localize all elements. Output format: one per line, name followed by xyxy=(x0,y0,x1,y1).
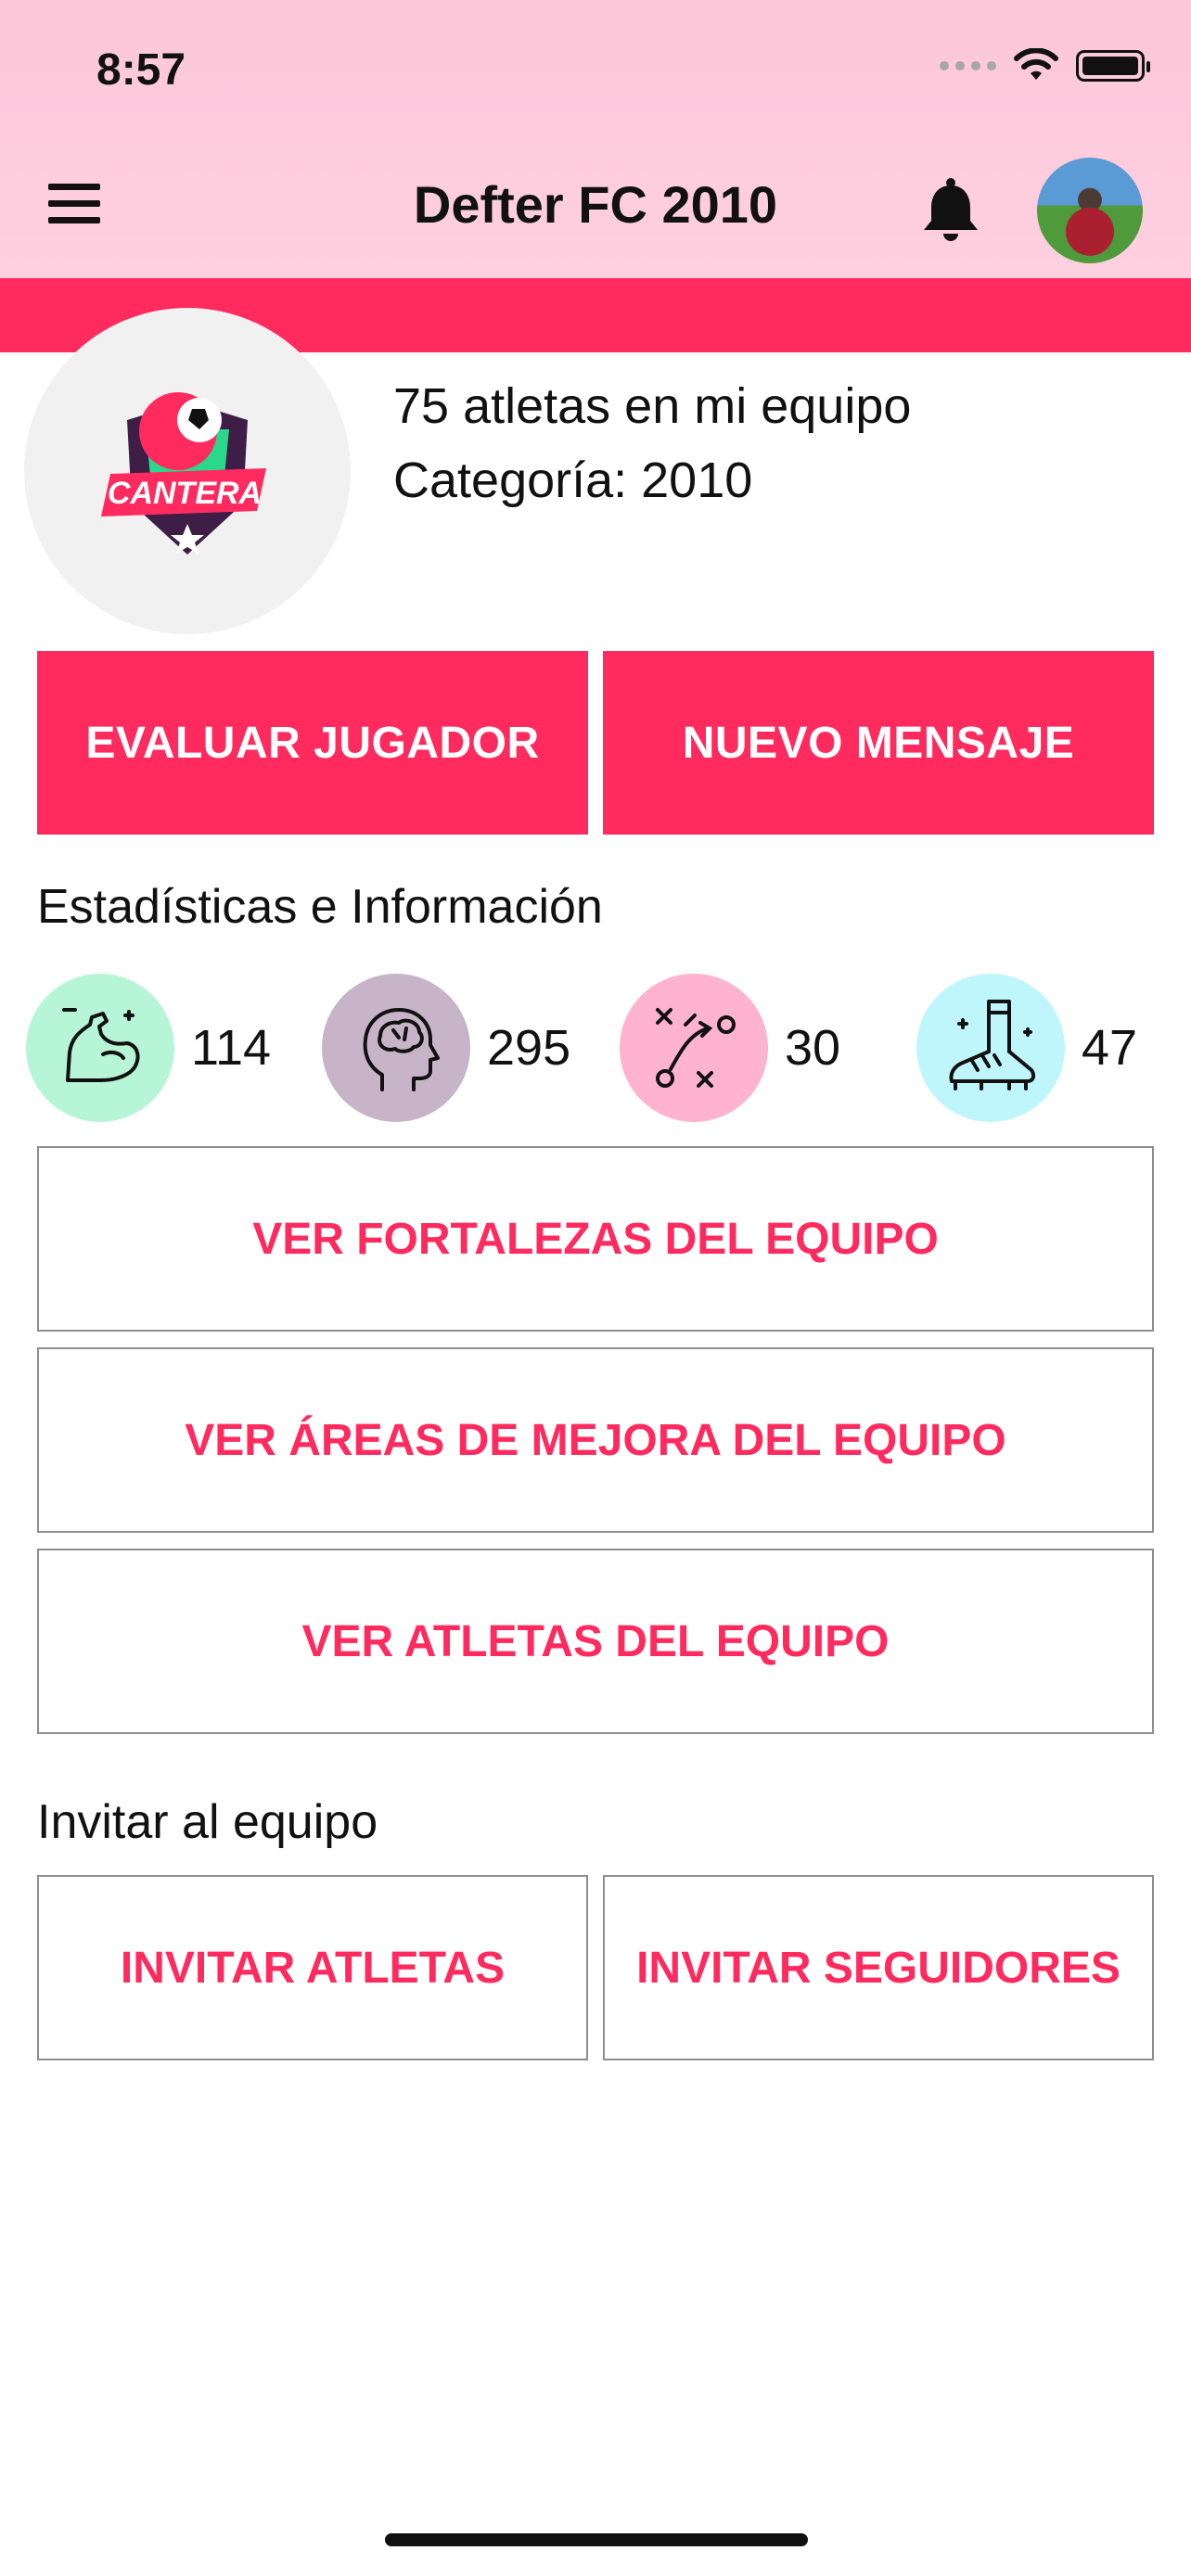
invite-section-title: Invitar al equipo xyxy=(37,1795,378,1849)
stat-value: 295 xyxy=(487,1020,571,1076)
page-title: Defter FC 2010 xyxy=(413,175,778,234)
soccer-boot-icon xyxy=(916,974,1065,1122)
evaluate-player-button[interactable]: EVALUAR JUGADOR xyxy=(37,651,588,835)
app-header: 8:57 Defter FC 2010 xyxy=(0,0,1191,278)
home-indicator[interactable] xyxy=(385,2533,808,2546)
stat-value: 114 xyxy=(191,1020,272,1076)
team-improvement-areas-button[interactable]: VER ÁREAS DE MEJORA DEL EQUIPO xyxy=(37,1347,1154,1533)
status-icons xyxy=(940,48,1150,83)
new-message-button[interactable]: NUEVO MENSAJE xyxy=(603,651,1154,835)
stat-value: 30 xyxy=(785,1020,841,1076)
bell-icon[interactable] xyxy=(918,176,983,243)
signal-icon xyxy=(940,61,996,70)
team-info: 75 atletas en mi equipo Categoría: 2010 xyxy=(393,369,911,517)
tactics-icon xyxy=(620,974,768,1122)
logo-text: CANTERA xyxy=(108,476,262,511)
stat-physical[interactable]: 114 xyxy=(26,974,271,1122)
team-athletes-button[interactable]: VER ATLETAS DEL EQUIPO xyxy=(37,1549,1154,1734)
user-avatar[interactable] xyxy=(1037,158,1143,263)
invite-athletes-button[interactable]: INVITAR ATLETAS xyxy=(37,1875,588,2060)
team-strengths-button[interactable]: VER FORTALEZAS DEL EQUIPO xyxy=(37,1146,1154,1332)
athletes-count: 75 atletas en mi equipo xyxy=(393,378,912,434)
team-logo: CANTERA xyxy=(24,308,351,634)
muscle-icon xyxy=(26,974,174,1122)
stat-tactics[interactable]: 30 xyxy=(620,974,840,1122)
status-time: 8:57 xyxy=(96,45,186,95)
brain-head-icon xyxy=(322,974,470,1122)
stat-value: 47 xyxy=(1082,1020,1138,1076)
wifi-icon xyxy=(1014,48,1058,80)
stat-technical[interactable]: 47 xyxy=(916,974,1137,1122)
cantera-badge: CANTERA xyxy=(101,392,266,555)
team-category: Categoría: 2010 xyxy=(393,453,753,508)
stats-section-title: Estadísticas e Información xyxy=(37,880,603,934)
battery-icon xyxy=(1076,50,1150,82)
invite-followers-button[interactable]: INVITAR SEGUIDORES xyxy=(603,1875,1154,2060)
stat-mental[interactable]: 295 xyxy=(322,974,570,1122)
